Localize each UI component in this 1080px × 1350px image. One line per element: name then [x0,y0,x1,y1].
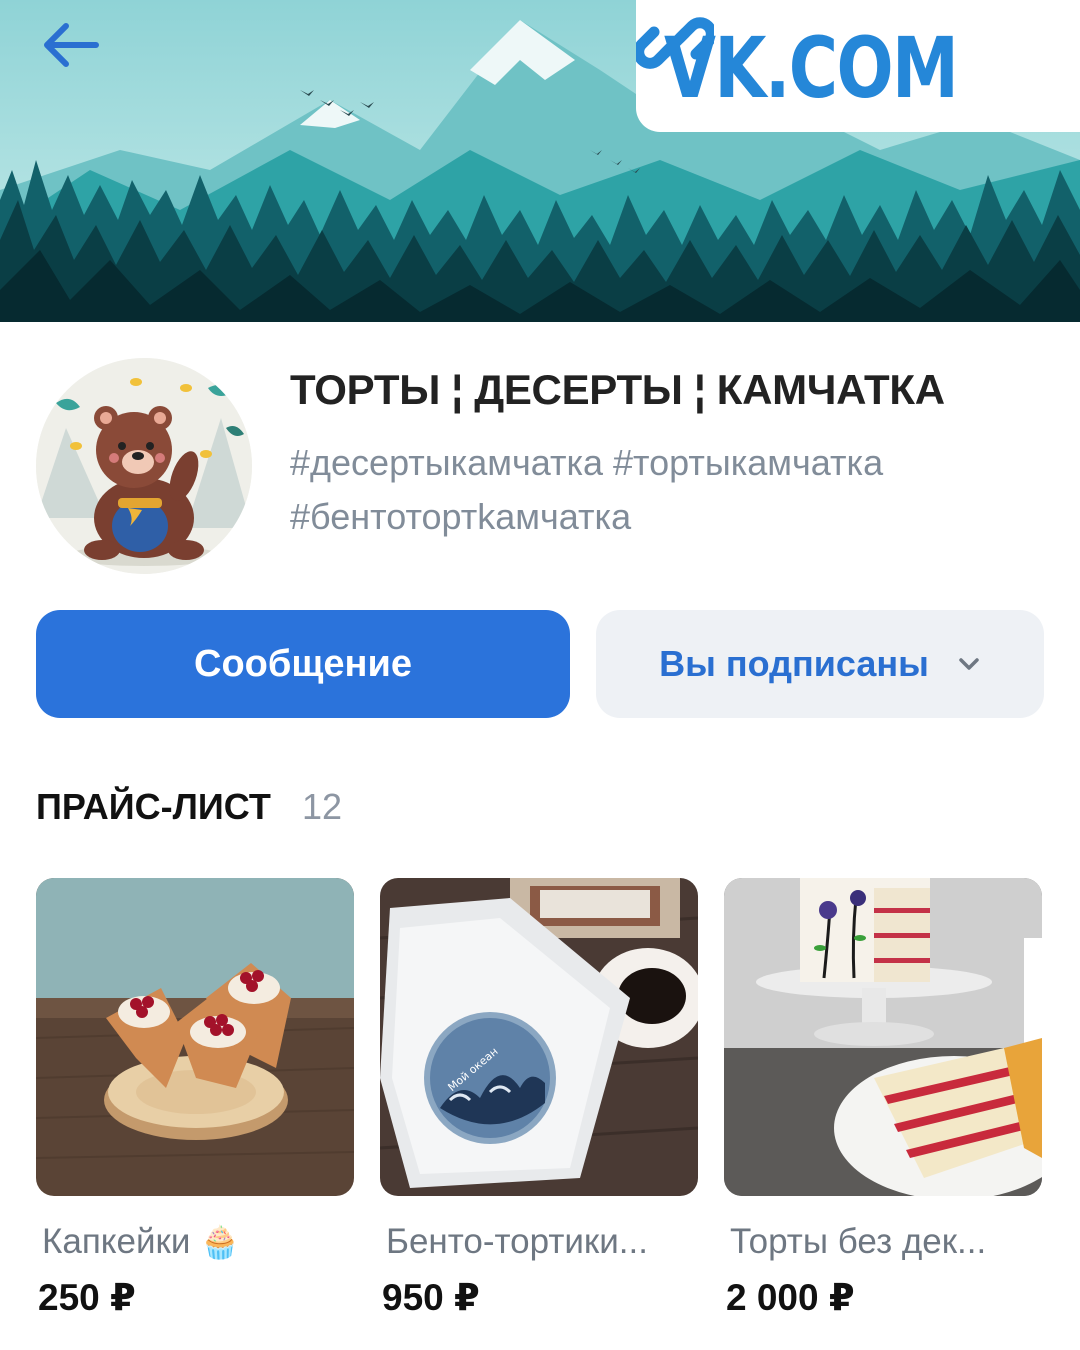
product-name: Капкейки 🧁 [42,1222,241,1261]
watermark-url: VK.COM [664,19,959,117]
product-image [36,878,354,1196]
subscribed-button-label: Вы подписаны [659,643,929,684]
product-name: Торты без дек... [730,1222,987,1261]
message-button[interactable]: Сообщение [36,610,570,718]
cupcake-icon: 🧁 [200,1224,241,1260]
subscribed-button[interactable]: Вы подписаны [596,610,1044,718]
group-status: #десертыкамчатка #тортыкамчатка #бентото… [290,442,884,537]
vk-watermark: VK.COM [636,0,1080,132]
message-button-label: Сообщение [194,642,412,685]
product-price: 2 000 ₽ [726,1277,855,1318]
product-image [724,878,1042,1196]
product-price: 950 ₽ [382,1277,480,1318]
price-list-count: 12 [302,786,343,827]
bear-logo [36,358,252,574]
product-card-cakes[interactable]: Торты без дек... 2 000 ₽ [724,878,1042,1319]
arrow-left-icon [44,23,99,67]
chevron-down-icon [959,658,979,670]
product-image: Мой океан [380,878,698,1196]
avatar[interactable] [36,358,252,574]
group-title: ТОРТЫ ¦ ДЕСЕРТЫ ¦ КАМЧАТКА [290,366,945,413]
product-price: 250 ₽ [38,1277,136,1318]
product-name: Бенто-тортики... [386,1222,648,1261]
product-card-bento[interactable]: Мой океан Бенто-тортики... 950 ₽ [380,878,698,1319]
product-card-cupcakes[interactable]: Капкейки 🧁 250 ₽ [36,878,354,1319]
price-list-title[interactable]: ПРАЙС-ЛИСТ [36,786,271,828]
back-button[interactable] [40,20,116,80]
cover-image: VK.COM [0,0,1080,322]
